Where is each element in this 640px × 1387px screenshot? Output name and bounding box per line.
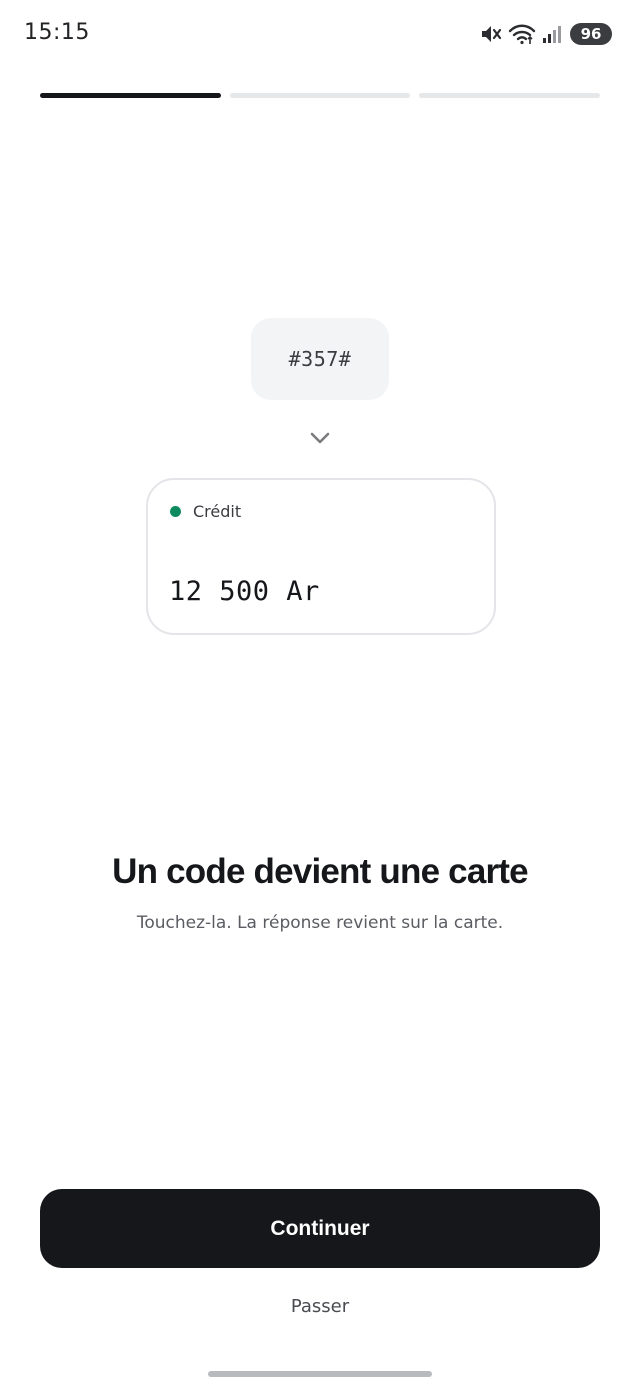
battery-indicator: 96 (570, 23, 612, 45)
status-bar: 15:15 96 (0, 0, 640, 68)
status-dot (170, 506, 181, 517)
page-subtitle: Touchez-la. La réponse revient sur la ca… (136, 913, 504, 933)
status-time: 15:15 (24, 20, 90, 45)
home-indicator[interactable] (208, 1371, 432, 1377)
progress-step-3 (419, 93, 601, 98)
signal-icon (542, 24, 564, 44)
credit-card[interactable]: Crédit 12 500 Ar (146, 478, 496, 635)
onboarding-progress (40, 93, 601, 98)
card-label: Crédit (193, 502, 242, 521)
continue-button[interactable]: Continuer (40, 1189, 600, 1268)
chevron-down-icon (309, 430, 331, 451)
mute-icon (480, 24, 502, 44)
wifi-icon (508, 23, 536, 45)
ussd-code-chip: #357# (251, 318, 389, 400)
skip-link[interactable]: Passer (0, 1296, 640, 1317)
card-amount: 12 500 Ar (169, 576, 320, 607)
progress-step-1 (40, 93, 221, 98)
status-icons: 96 (480, 22, 612, 46)
progress-step-2 (229, 93, 411, 98)
page-title: Un code devient une carte (112, 852, 528, 891)
card-label-row: Crédit (170, 502, 241, 521)
